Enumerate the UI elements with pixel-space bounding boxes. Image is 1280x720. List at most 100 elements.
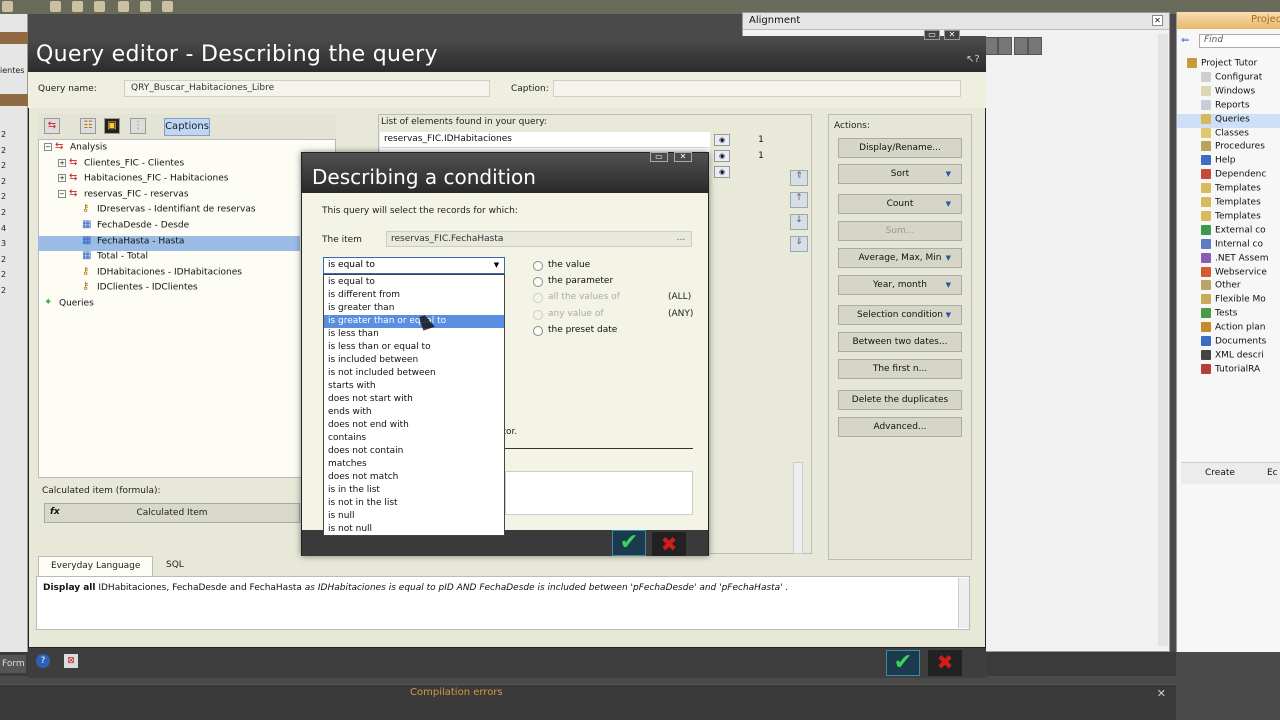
project-tree-item[interactable]: XML descri (1177, 349, 1280, 364)
toolbar-icon[interactable] (118, 1, 129, 12)
analysis-tree-item[interactable]: ▦ Total - Total (38, 251, 300, 266)
operator-select[interactable]: is equal to ▼ (323, 257, 505, 274)
operator-option[interactable]: is less than or equal to (324, 341, 504, 354)
captions-button[interactable]: Captions (164, 118, 210, 136)
analysis-tree-item[interactable]: + ⇆ Clientes_FIC - Clientes (38, 157, 300, 173)
project-tree-item[interactable]: Reports (1177, 99, 1280, 114)
action-button[interactable]: Delete the duplicates (838, 390, 962, 410)
restore-icon[interactable]: ▭ (924, 30, 940, 40)
project-tree-item[interactable]: Configurat (1177, 71, 1280, 86)
action-button[interactable]: The first n... (838, 359, 962, 379)
move-down-icon[interactable]: ↓ (790, 214, 808, 230)
visibility-icon[interactable]: ◉ (714, 150, 730, 162)
calculated-item-button[interactable]: Calculated Item (44, 503, 300, 523)
expand-toggle-icon[interactable]: − (44, 143, 52, 151)
edit-button[interactable]: Ec (1267, 468, 1278, 478)
project-tree-item[interactable]: External co (1177, 224, 1280, 239)
analysis-tree-item[interactable]: + ⇆ Habitaciones_FIC - Habitaciones (38, 173, 300, 188)
project-tree-item[interactable]: Templates (1177, 210, 1280, 225)
tree-view-icon[interactable]: ☷ (80, 118, 96, 134)
cancel-button[interactable]: ✖ (652, 532, 686, 556)
back-icon[interactable]: ⇐ (1181, 35, 1195, 47)
action-button[interactable]: Year, month ▼ (838, 275, 962, 295)
project-tree-item[interactable]: Flexible Mo (1177, 294, 1280, 308)
action-button[interactable]: Display/Rename... (838, 138, 962, 158)
analysis-tree-item[interactable]: ⚷ IDClientes - IDClientes (38, 282, 300, 297)
project-tree-item[interactable]: Documents (1177, 336, 1280, 350)
analysis-tree-item[interactable]: ⚷ IDHabitaciones - IDHabitaciones (38, 266, 300, 282)
restore-icon[interactable]: ▭ (650, 152, 668, 162)
operator-option[interactable]: does not start with (324, 393, 504, 406)
operator-option[interactable]: is greater than (324, 302, 504, 315)
project-tree-item[interactable]: Internal co (1177, 238, 1280, 253)
operator-option[interactable]: is included between (324, 354, 504, 367)
close-icon[interactable]: ✕ (944, 30, 960, 40)
operator-option[interactable]: starts with (324, 380, 504, 393)
project-tree-item[interactable]: Help (1177, 155, 1280, 169)
create-button[interactable]: Create (1205, 468, 1235, 478)
form-tab[interactable]: Form (0, 655, 26, 673)
toolbar-icon[interactable] (72, 1, 83, 12)
alignment-scrollbar[interactable] (1158, 34, 1168, 646)
action-button[interactable]: Average, Max, Min ▼ (838, 248, 962, 268)
move-top-icon[interactable]: ⇑ (790, 170, 808, 186)
project-tree-item[interactable]: Classes (1177, 127, 1280, 142)
align-icon[interactable] (1028, 37, 1042, 55)
close-icon[interactable]: ✕ (674, 152, 692, 162)
toolbar-icon[interactable] (50, 1, 61, 12)
expand-toggle-icon[interactable]: + (58, 158, 66, 167)
grid-view-icon[interactable]: ⋮ (130, 118, 146, 134)
align-icon[interactable] (1014, 37, 1028, 55)
action-button[interactable]: Selection condition ▼ (838, 305, 962, 325)
operator-option[interactable]: does not match (324, 471, 504, 484)
item-browse-button[interactable]: ... (672, 233, 690, 245)
expand-toggle-icon[interactable]: − (58, 189, 66, 198)
toolbar-icon[interactable] (140, 1, 151, 12)
expand-toggle-icon[interactable]: + (58, 174, 66, 183)
tab-sql[interactable]: SQL (154, 556, 196, 576)
operator-option[interactable]: is not null (324, 523, 504, 536)
toolbar-icon[interactable] (94, 1, 105, 12)
operator-option[interactable]: is not in the list (324, 497, 504, 510)
analysis-tree-item[interactable]: − ⇆ Analysis (38, 142, 300, 157)
operator-option[interactable]: contains (324, 432, 504, 445)
analysis-icon[interactable]: ⇆ (44, 118, 60, 134)
analysis-tree-item[interactable]: ▦ FechaDesde - Desde (38, 220, 300, 235)
project-tree-item[interactable]: Windows (1177, 85, 1280, 100)
operator-option[interactable]: is equal to (324, 276, 504, 289)
action-button[interactable]: Count ▼ (838, 194, 962, 214)
description-scrollbar[interactable] (958, 578, 969, 628)
project-tree-item[interactable]: Queries (1177, 113, 1280, 128)
move-up-icon[interactable]: ↑ (790, 192, 808, 208)
toolbar-icon[interactable] (162, 1, 173, 12)
project-tree-item[interactable]: .NET Assem (1177, 252, 1280, 267)
help-icon[interactable]: ? (36, 654, 50, 668)
move-bottom-icon[interactable]: ⇓ (790, 236, 808, 252)
project-tree-item[interactable]: Project Tutor (1177, 58, 1280, 72)
operator-option[interactable]: is null (324, 510, 504, 523)
query-name-input[interactable]: QRY_Buscar_Habitaciones_Libre (124, 80, 490, 97)
project-tree-item[interactable]: TutorialRA (1177, 363, 1280, 378)
caption-input[interactable] (553, 80, 961, 97)
analysis-tree-item[interactable]: ✦ Queries (38, 298, 300, 313)
close-icon[interactable]: ✕ (1152, 15, 1163, 26)
action-button[interactable]: Between two dates... (838, 332, 962, 352)
option-radio[interactable] (533, 277, 543, 287)
operator-option[interactable]: does not contain (324, 445, 504, 458)
visibility-icon[interactable]: ◉ (714, 166, 730, 178)
project-tree-item[interactable]: Templates (1177, 183, 1280, 197)
toolbar-icon[interactable] (2, 1, 13, 12)
elements-scrollbar[interactable] (793, 462, 803, 554)
option-radio[interactable] (533, 261, 543, 271)
analysis-tree-item[interactable]: − ⇆ reservas_FIC - reservas (38, 188, 300, 204)
operator-option[interactable]: is less than (324, 328, 504, 341)
project-tree-item[interactable]: Templates (1177, 197, 1280, 211)
help-cursor-icon[interactable]: ↖? (966, 54, 980, 65)
project-tree-item[interactable]: Dependenc (1177, 169, 1280, 183)
tab-everyday-language[interactable]: Everyday Language (38, 556, 154, 576)
project-tree-item[interactable]: Webservice (1177, 266, 1280, 281)
analysis-tree-item[interactable]: ▦ FechaHasta - Hasta (38, 235, 300, 251)
condition-editor-box[interactable] (505, 471, 693, 515)
project-tree-item[interactable]: Procedures (1177, 141, 1280, 155)
visibility-icon[interactable]: ◉ (714, 134, 730, 146)
